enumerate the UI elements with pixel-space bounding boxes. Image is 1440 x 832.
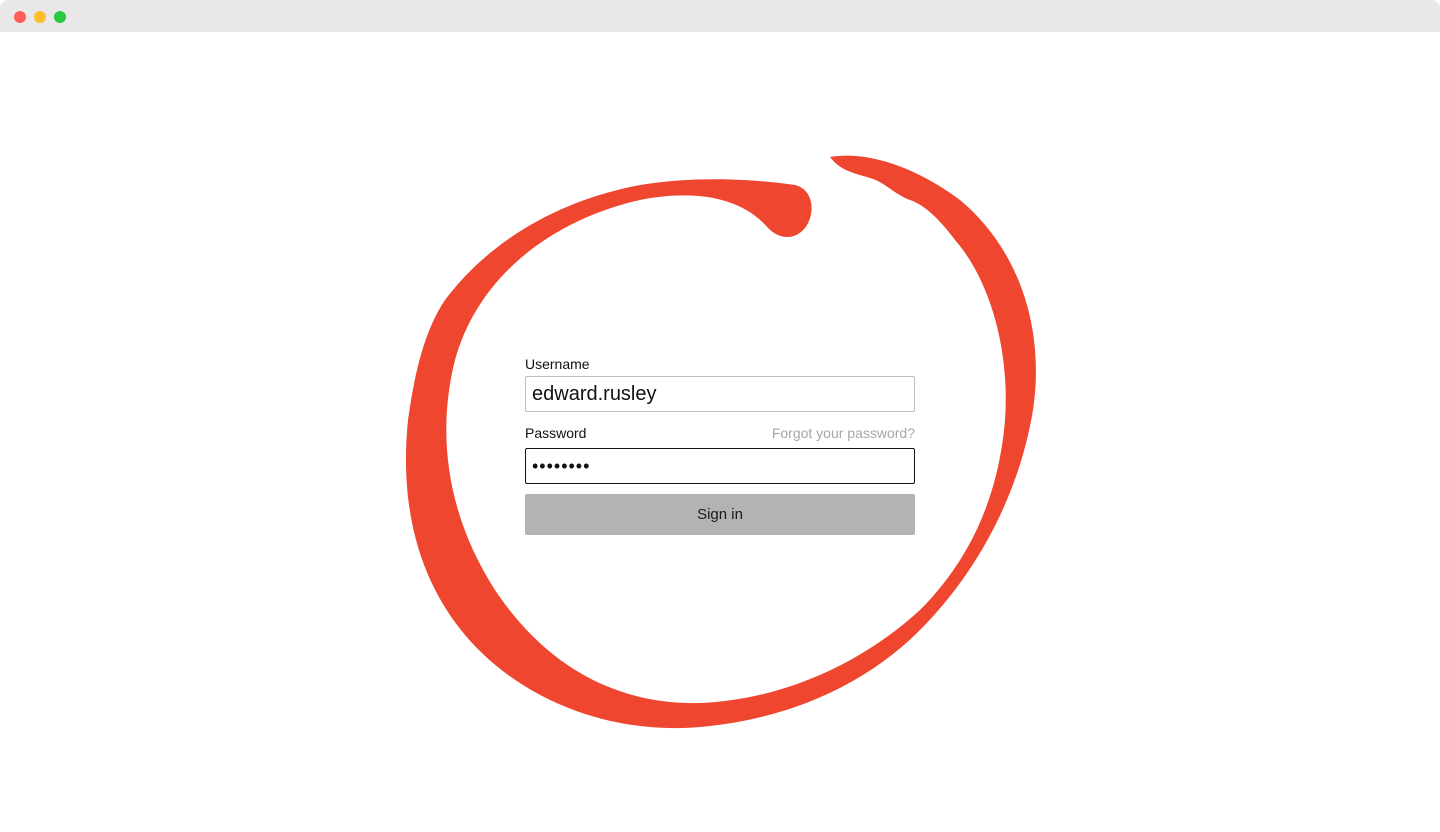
login-form: Username Password Forgot your password? …: [525, 355, 915, 535]
password-label-row: Password Forgot your password?: [525, 424, 915, 442]
password-input[interactable]: [525, 448, 915, 484]
username-label: Username: [525, 356, 590, 372]
forgot-password-link[interactable]: Forgot your password?: [772, 425, 915, 441]
password-label: Password: [525, 425, 587, 441]
browser-window: Username Password Forgot your password? …: [0, 0, 1440, 832]
username-input[interactable]: [525, 376, 915, 412]
sign-in-button[interactable]: Sign in: [525, 494, 915, 535]
close-window-button[interactable]: [14, 11, 26, 23]
zoom-window-button[interactable]: [54, 11, 66, 23]
minimize-window-button[interactable]: [34, 11, 46, 23]
title-bar: [0, 0, 1440, 32]
